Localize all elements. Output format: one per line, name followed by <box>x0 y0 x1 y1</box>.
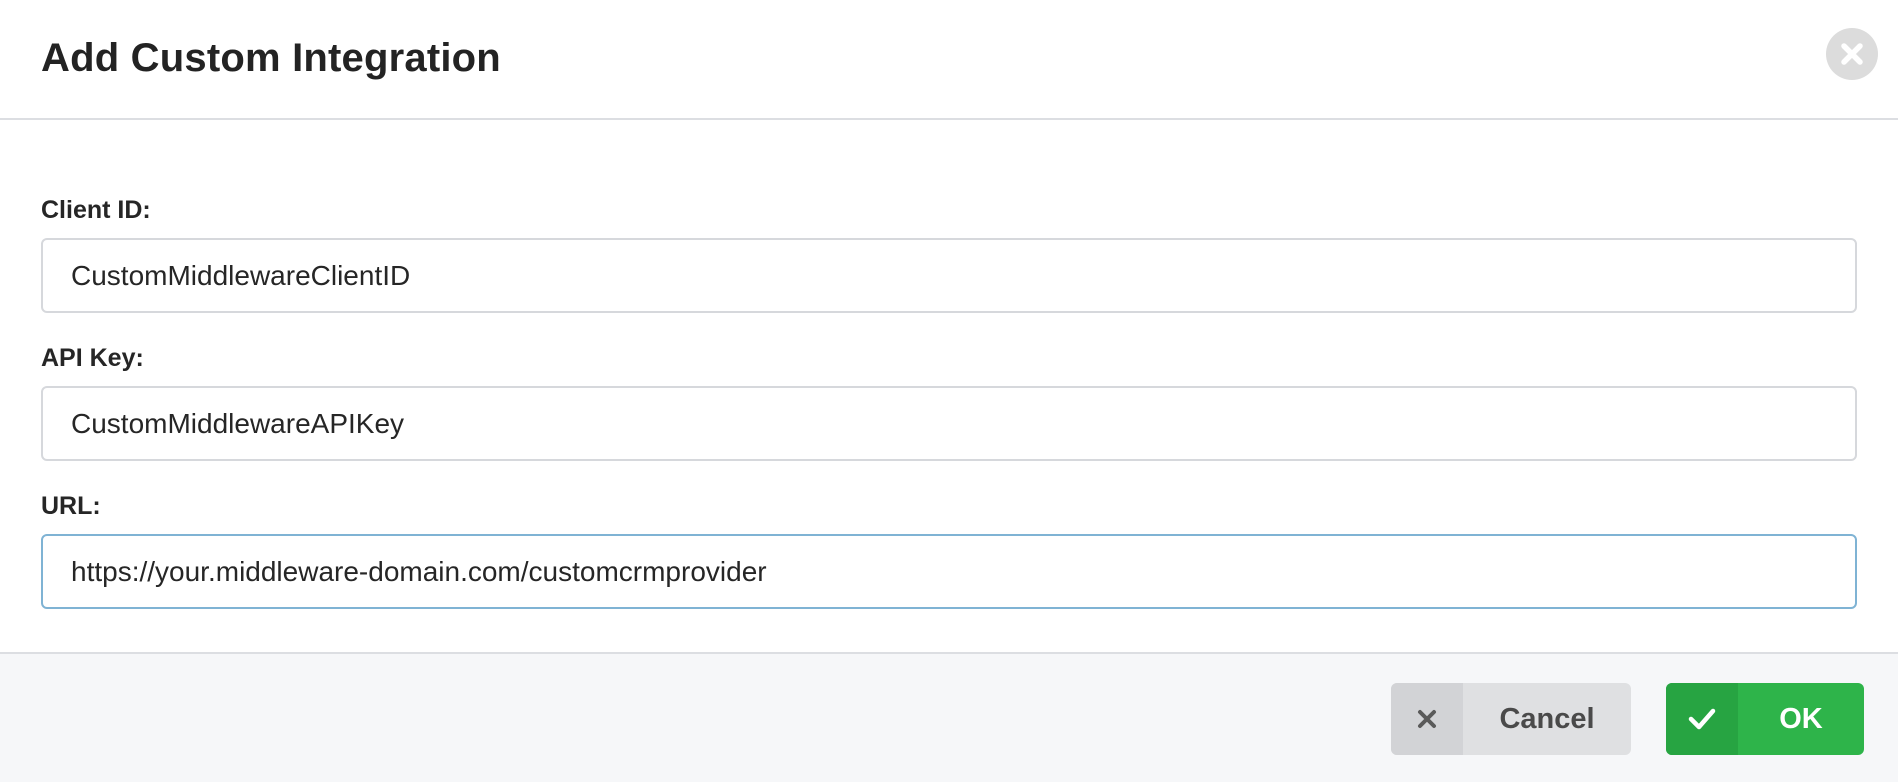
url-input[interactable] <box>41 534 1857 609</box>
add-custom-integration-dialog: Add Custom Integration Client ID: API Ke… <box>0 0 1898 782</box>
url-label: URL: <box>41 492 101 520</box>
x-icon <box>1391 683 1463 755</box>
dialog-title: Add Custom Integration <box>41 36 501 80</box>
dialog-header: Add Custom Integration <box>0 0 1898 120</box>
api-key-label: API Key: <box>41 344 144 372</box>
cancel-button[interactable]: Cancel <box>1391 683 1631 755</box>
close-icon <box>1841 43 1863 65</box>
checkmark-icon <box>1666 683 1738 755</box>
dialog-footer: Cancel OK <box>0 652 1898 782</box>
api-key-input[interactable] <box>41 386 1857 461</box>
client-id-input[interactable] <box>41 238 1857 313</box>
ok-button-label: OK <box>1779 702 1823 735</box>
ok-button[interactable]: OK <box>1666 683 1864 755</box>
cancel-button-label: Cancel <box>1499 702 1595 735</box>
close-button[interactable] <box>1826 28 1878 80</box>
client-id-label: Client ID: <box>41 196 151 224</box>
